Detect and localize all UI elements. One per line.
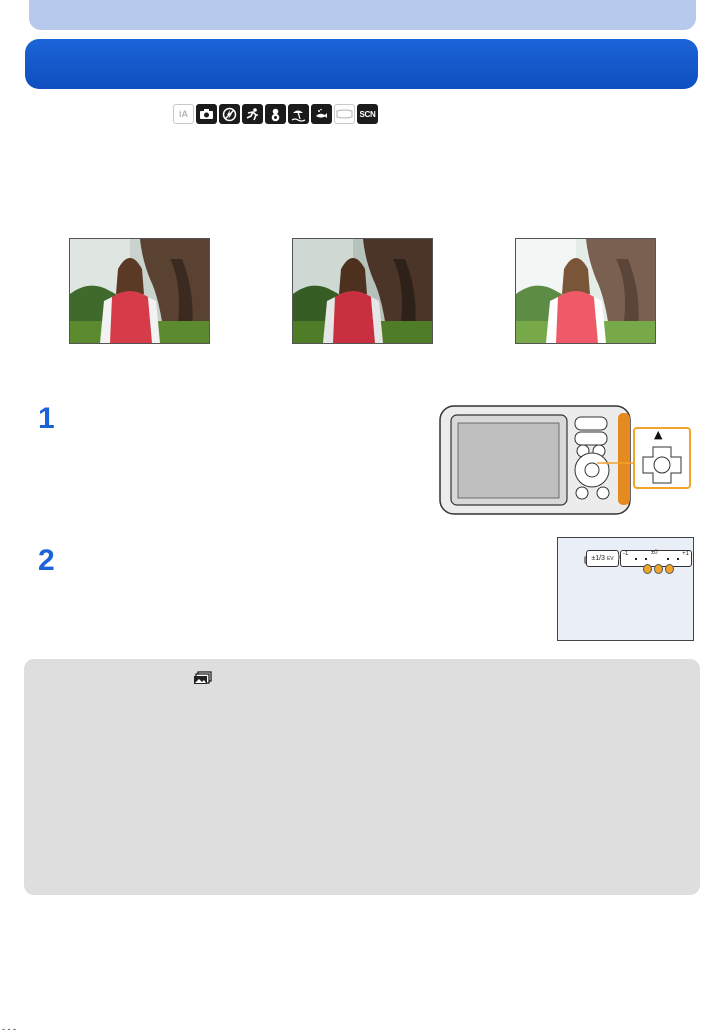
exposure-setting-panel: ±1/3 EV -1 ±0 +1 xyxy=(557,537,694,641)
scale-dot xyxy=(645,558,647,560)
scn-mode-icon: SCN xyxy=(357,104,378,124)
scale-max-label: +1 xyxy=(682,551,689,557)
step-1-number: 1 xyxy=(38,402,55,435)
auto-bracket-icon xyxy=(194,671,212,684)
top-tab-bar xyxy=(29,0,696,30)
scale-min-label: -1 xyxy=(623,551,629,557)
scale-dot xyxy=(677,558,679,560)
exposure-value-box: ±1/3 EV xyxy=(586,550,619,567)
camera-mode-icon xyxy=(196,104,217,124)
notes-box xyxy=(24,659,700,895)
photo-normal xyxy=(292,238,433,344)
bracket-marker xyxy=(643,564,652,574)
bracket-marker xyxy=(665,564,674,574)
scale-dot xyxy=(667,558,669,560)
exposure-unit: EV xyxy=(606,555,614,562)
beach-icon xyxy=(288,104,309,124)
recording-mode-icons: iA SCN xyxy=(173,104,378,124)
panorama-icon xyxy=(334,104,355,124)
camera-back-illustration xyxy=(439,405,691,515)
underwater-icon xyxy=(311,104,332,124)
photo-underexposed xyxy=(69,238,210,344)
scale-dot xyxy=(635,558,637,560)
sports-icon xyxy=(242,104,263,124)
bracket-marker xyxy=(654,564,663,574)
scn-mode-label: SCN xyxy=(359,109,376,119)
title-bar xyxy=(25,39,698,89)
ia-mode-icon: iA xyxy=(173,104,194,124)
no-flash-icon xyxy=(219,104,240,124)
photo-overexposed xyxy=(515,238,656,344)
step-2-number: 2 xyxy=(38,544,55,577)
footer-mark: - - - xyxy=(2,1024,16,1034)
snow-icon xyxy=(265,104,286,124)
up-arrow-icon: ▲ xyxy=(654,428,663,441)
ia-mode-label: iA xyxy=(179,109,188,119)
scale-mid-label: ±0 xyxy=(651,550,658,556)
exposure-value: ±1/3 xyxy=(591,555,605,562)
